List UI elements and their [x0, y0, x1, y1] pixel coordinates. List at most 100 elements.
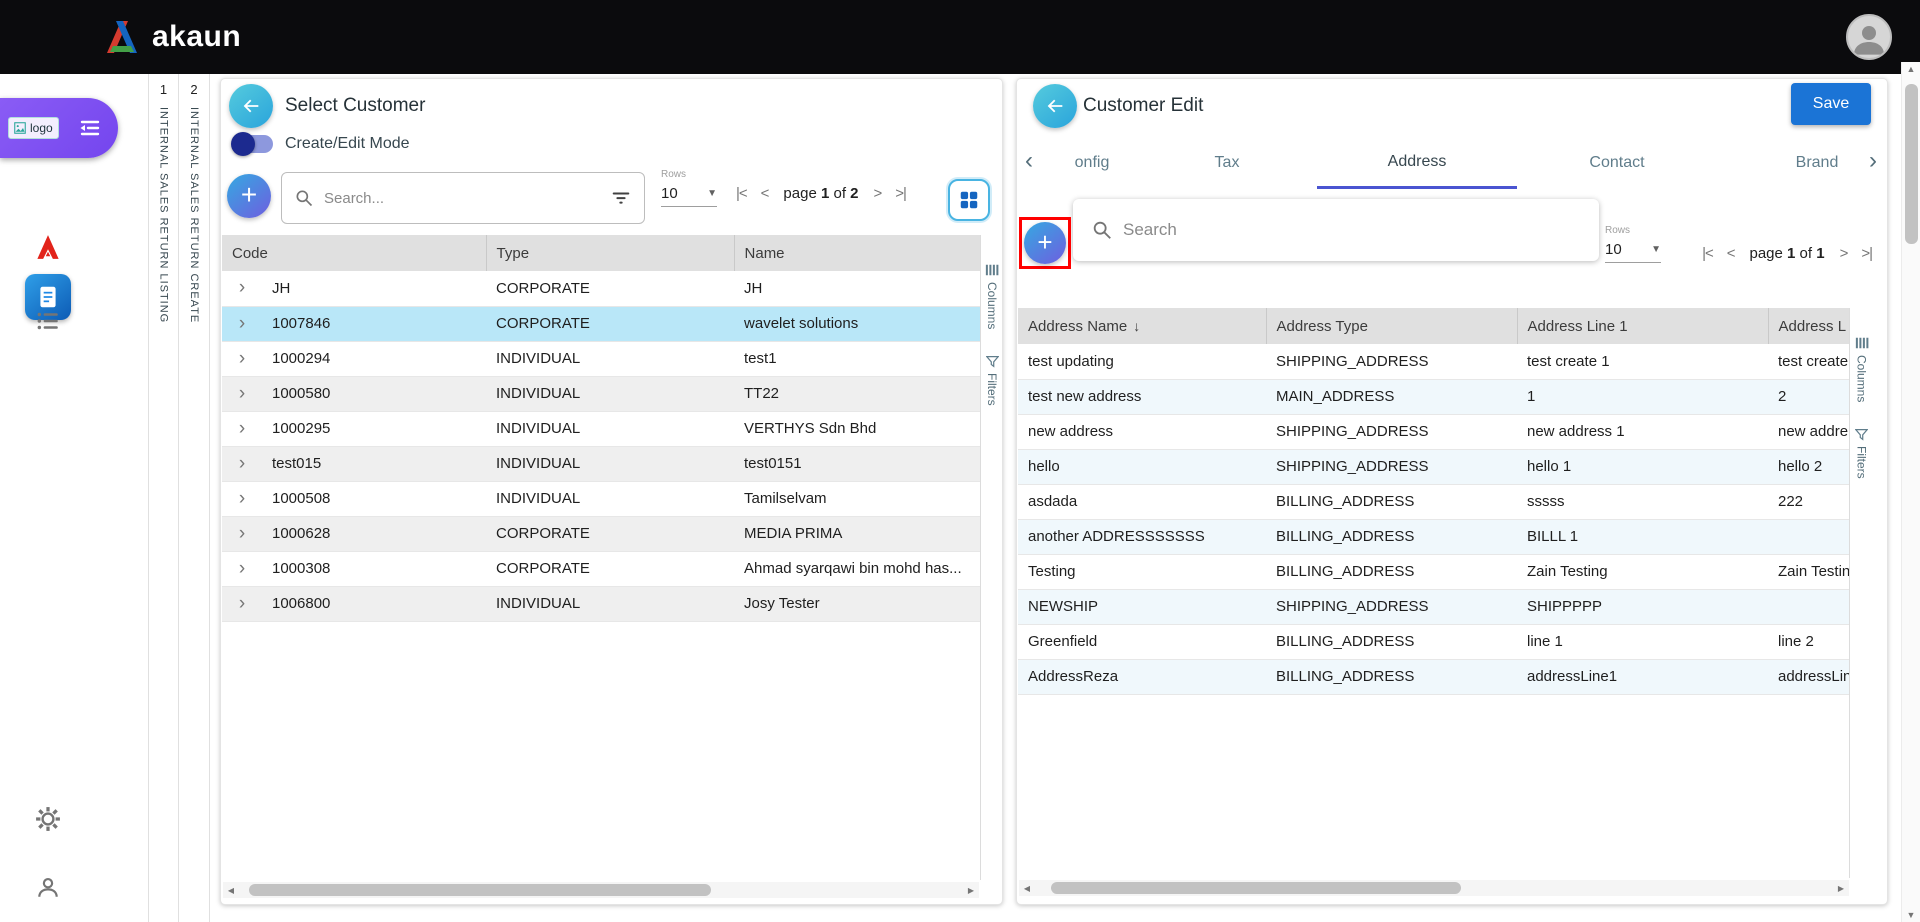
row-expand-cell[interactable]: › [222, 516, 262, 551]
address-row[interactable]: TestingBILLING_ADDRESSZain TestingZain T… [1018, 554, 1849, 589]
columns-tool[interactable]: Columns [985, 263, 999, 329]
tab-address[interactable]: Address [1317, 137, 1517, 189]
brand-logo[interactable]: akaun [104, 20, 241, 54]
row-expand-icon[interactable]: › [239, 277, 245, 298]
row-expand-cell[interactable]: › [222, 551, 262, 586]
address-row[interactable]: GreenfieldBILLING_ADDRESSline 1line 2 [1018, 624, 1849, 659]
row-expand-cell[interactable]: › [222, 376, 262, 411]
address-row[interactable]: new addressSHIPPING_ADDRESSnew address 1… [1018, 414, 1849, 449]
sidebar-item-settings[interactable] [35, 806, 61, 832]
sidebar-item-account[interactable] [35, 874, 61, 900]
add-customer-button[interactable]: + [227, 174, 271, 218]
row-expand-icon[interactable]: › [239, 488, 245, 509]
address-row[interactable]: test new addressMAIN_ADDRESS12 [1018, 379, 1849, 414]
row-expand-cell[interactable]: › [222, 306, 262, 341]
tab-brand[interactable]: Brand [1717, 137, 1853, 189]
customer-row[interactable]: ›JHCORPORATEJH [222, 271, 980, 306]
customer-row[interactable]: ›1000308CORPORATEAhmad syarqawi bin mohd… [222, 551, 980, 586]
col-name[interactable]: Name [734, 235, 980, 271]
customer-row[interactable]: ›1000580INDIVIDUALTT22 [222, 376, 980, 411]
sidebar-item-pdf[interactable] [33, 232, 63, 262]
customer-row[interactable]: ›1000294INDIVIDUALtest1 [222, 341, 980, 376]
sidebar-logo-chip[interactable]: logo [0, 98, 118, 158]
last-page-icon[interactable]: >| [892, 183, 909, 204]
page-vertical-scrollbar[interactable]: ▲ ▼ [1901, 62, 1920, 922]
customer-row[interactable]: ›1000628CORPORATEMEDIA PRIMA [222, 516, 980, 551]
address-row[interactable]: asdadaBILLING_ADDRESSsssss222 [1018, 484, 1849, 519]
customer-search-input[interactable] [324, 190, 600, 207]
scroll-right-icon[interactable]: ▶ [963, 886, 979, 895]
first-page-icon[interactable]: |< [1699, 243, 1716, 264]
tab-tax[interactable]: Tax [1137, 137, 1317, 189]
row-expand-icon[interactable]: › [239, 593, 245, 614]
row-expand-cell[interactable]: › [222, 271, 262, 306]
scrollbar-track[interactable] [1035, 880, 1833, 896]
tab-onfig[interactable]: onfig [1047, 137, 1137, 189]
tab-contact[interactable]: Contact [1517, 137, 1717, 189]
scroll-up-icon[interactable]: ▲ [1902, 64, 1920, 74]
first-page-icon[interactable]: |< [733, 183, 750, 204]
col-address-line1[interactable]: Address Line 1 [1517, 308, 1768, 344]
col-address-type[interactable]: Address Type [1266, 308, 1517, 344]
address-row[interactable]: NEWSHIPSHIPPING_ADDRESSSHIPPPPP [1018, 589, 1849, 624]
customer-row[interactable]: ›1000508INDIVIDUALTamilselvam [222, 481, 980, 516]
filters-tool[interactable]: Filters [1855, 428, 1869, 479]
col-address-line2[interactable]: Address L [1768, 308, 1849, 344]
scroll-left-icon[interactable]: ◀ [223, 886, 239, 895]
scroll-left-icon[interactable]: ◀ [1019, 884, 1035, 893]
user-avatar[interactable] [1846, 14, 1892, 60]
grid-view-button[interactable] [948, 179, 990, 221]
row-expand-cell[interactable]: › [222, 411, 262, 446]
columns-tool[interactable]: Columns [1855, 336, 1869, 402]
row-expand-cell[interactable]: › [222, 481, 262, 516]
row-expand-icon[interactable]: › [239, 313, 245, 334]
row-expand-icon[interactable]: › [239, 453, 245, 474]
col-code[interactable]: Code [222, 235, 486, 271]
add-address-button[interactable]: + [1024, 222, 1066, 264]
row-expand-cell[interactable]: › [222, 446, 262, 481]
customer-row[interactable]: ›1006800INDIVIDUALJosy Tester [222, 586, 980, 621]
customer-row[interactable]: ›1000295INDIVIDUALVERTHYS Sdn Bhd [222, 411, 980, 446]
filters-tool[interactable]: Filters [985, 355, 999, 406]
rows-per-page-select[interactable]: Rows 10 ▼ [661, 169, 717, 207]
next-page-icon[interactable]: > [871, 183, 885, 204]
col-type[interactable]: Type [486, 235, 734, 271]
scrollbar-thumb[interactable] [1051, 882, 1461, 894]
address-row[interactable]: another ADDRESSSSSSSBILLING_ADDRESSBILLL… [1018, 519, 1849, 554]
row-expand-icon[interactable]: › [239, 418, 245, 439]
customer-row[interactable]: ›test015INDIVIDUALtest0151 [222, 446, 980, 481]
back-button[interactable] [1033, 84, 1077, 128]
back-button[interactable] [229, 84, 273, 128]
scroll-down-icon[interactable]: ▼ [1902, 910, 1920, 920]
scrollbar-track[interactable] [239, 882, 963, 898]
row-expand-icon[interactable]: › [239, 348, 245, 369]
scroll-right-icon[interactable]: ▶ [1833, 884, 1849, 893]
rows-per-page-select[interactable]: Rows 10 ▼ [1605, 225, 1661, 263]
scrollbar-thumb[interactable] [249, 884, 711, 896]
address-row[interactable]: helloSHIPPING_ADDRESShello 1hello 2 [1018, 449, 1849, 484]
last-page-icon[interactable]: >| [1858, 243, 1875, 264]
workspace-tab-listing[interactable]: 1 INTERNAL SALES RETURN LISTING [148, 74, 179, 922]
sidebar-item-list[interactable] [35, 308, 61, 334]
address-row[interactable]: test updatingSHIPPING_ADDRESStest create… [1018, 344, 1849, 379]
address-search-input[interactable] [1123, 220, 1581, 240]
next-page-icon[interactable]: > [1837, 243, 1851, 264]
prev-page-icon[interactable]: < [758, 183, 772, 204]
menu-collapse-icon[interactable] [78, 116, 102, 140]
prev-page-icon[interactable]: < [1724, 243, 1738, 264]
save-button[interactable]: Save [1791, 83, 1871, 125]
row-expand-cell[interactable]: › [222, 341, 262, 376]
address-row[interactable]: AddressRezaBILLING_ADDRESSaddressLine1ad… [1018, 659, 1849, 694]
scrollbar-thumb[interactable] [1905, 84, 1918, 244]
tabs-scroll-left-icon[interactable]: ‹ [1025, 149, 1033, 173]
row-expand-cell[interactable]: › [222, 586, 262, 621]
row-expand-icon[interactable]: › [239, 558, 245, 579]
workspace-tab-create[interactable]: 2 INTERNAL SALES RETURN CREATE [179, 74, 210, 922]
row-expand-icon[interactable]: › [239, 383, 245, 404]
row-expand-icon[interactable]: › [239, 523, 245, 544]
filter-list-icon[interactable] [610, 187, 632, 209]
create-edit-toggle[interactable] [233, 135, 273, 153]
customer-row[interactable]: ›1007846CORPORATEwavelet solutions [222, 306, 980, 341]
col-address-name[interactable]: Address Name↓ [1018, 308, 1266, 344]
tabs-scroll-right-icon[interactable]: › [1869, 149, 1877, 173]
